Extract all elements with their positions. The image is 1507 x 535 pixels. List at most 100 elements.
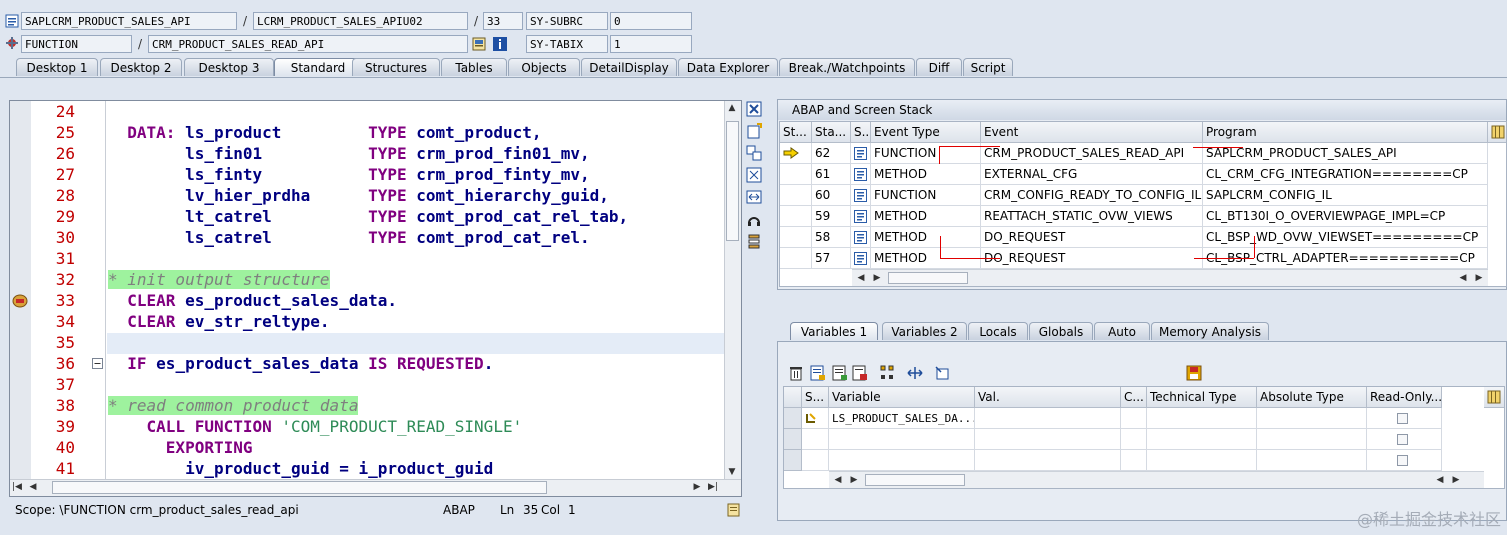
stack-type-icon-cell[interactable] <box>851 227 871 248</box>
tab-diff[interactable]: Diff <box>916 58 962 76</box>
variables-grid[interactable]: S... Variable Val. C... Technical Type A… <box>783 386 1505 489</box>
stack-level-cell[interactable]: 59 <box>812 206 851 227</box>
code-line[interactable]: 28 lv_hier_prdha TYPE comt_hierarchy_gui… <box>10 185 724 206</box>
tree-icon[interactable] <box>879 365 895 384</box>
col-header-variable[interactable]: Variable <box>829 387 975 408</box>
tab-data-explorer[interactable]: Data Explorer <box>678 58 778 76</box>
col-header-read-only[interactable]: Read-Only... <box>1367 387 1442 408</box>
window-icon[interactable] <box>934 365 950 384</box>
stack-program-cell[interactable]: CL_CRM_CFG_INTEGRATION========CP <box>1203 164 1488 185</box>
tab-locals[interactable]: Locals <box>968 322 1028 340</box>
object-type-field[interactable]: FUNCTION <box>21 35 132 53</box>
var-technical-type-cell[interactable] <box>1147 429 1257 450</box>
maximize-icon[interactable] <box>746 167 762 183</box>
sysval-field-1[interactable]: 0 <box>610 12 692 30</box>
line-field[interactable]: 33 <box>483 12 523 30</box>
stack-status-cell[interactable] <box>780 248 812 269</box>
code-line[interactable]: 27 ls_finty TYPE crm_prod_finty_mv, <box>10 164 724 185</box>
print-icon[interactable] <box>852 365 868 384</box>
stack-status-cell[interactable] <box>780 227 812 248</box>
sysval-field-2[interactable]: 1 <box>610 35 692 53</box>
scroll-right-icon[interactable]: ▶ <box>870 271 884 285</box>
code-line[interactable]: 24 <box>10 101 724 122</box>
code-line[interactable]: 34 CLEAR ev_str_reltype. <box>10 311 724 332</box>
col-header-absolute-type[interactable]: Absolute Type <box>1257 387 1367 408</box>
horizontal-scroll-thumb[interactable] <box>52 481 547 494</box>
stack-event-cell[interactable]: CRM_PRODUCT_SALES_READ_API <box>981 143 1203 164</box>
tab-memory-analysis[interactable]: Memory Analysis <box>1151 322 1269 340</box>
stack-level-cell[interactable]: 58 <box>812 227 851 248</box>
var-absolute-type-cell[interactable] <box>1257 408 1367 429</box>
scroll-first-icon[interactable]: |◀ <box>10 480 24 494</box>
stack-program-cell[interactable]: CL_BSP_WD_OVW_VIEWSET=========CP <box>1203 227 1488 248</box>
stack-program-cell[interactable]: SAPLCRM_PRODUCT_SALES_API <box>1203 143 1488 164</box>
tab-objects[interactable]: Objects <box>508 58 580 76</box>
code-line[interactable]: 35 <box>10 332 724 353</box>
var-status-cell[interactable] <box>802 450 829 471</box>
tab-variables-2[interactable]: Variables 2 <box>882 322 967 340</box>
services-icon[interactable] <box>746 211 762 227</box>
var-status-cell[interactable] <box>802 429 829 450</box>
replace-tool-icon[interactable] <box>746 145 762 161</box>
info-icon[interactable] <box>493 37 507 51</box>
row-selector[interactable] <box>784 429 802 450</box>
col-header-event-type[interactable]: Event Type <box>871 122 981 143</box>
navigate-icon[interactable] <box>906 365 924 384</box>
scroll-left-icon[interactable]: ◀ <box>854 271 868 285</box>
col-header-status[interactable]: St... <box>780 122 812 143</box>
var-read-only-cell[interactable] <box>1367 408 1442 429</box>
code-line[interactable]: 39 CALL FUNCTION 'COM_PRODUCT_READ_SINGL… <box>10 416 724 437</box>
code-line[interactable]: 31 <box>10 248 724 269</box>
tab-desktop-3[interactable]: Desktop 3 <box>184 58 274 76</box>
stack-status-cell[interactable] <box>780 143 812 164</box>
scroll-down-icon[interactable]: ▼ <box>725 465 739 479</box>
col-header-s[interactable]: S... <box>802 387 829 408</box>
stack-grid[interactable]: St... Sta... S... Event Type Event Progr… <box>779 121 1507 287</box>
layout-icon[interactable] <box>1484 387 1504 408</box>
stack-type-icon-cell[interactable] <box>851 143 871 164</box>
tab-tables[interactable]: Tables <box>441 58 507 76</box>
row-selector[interactable] <box>784 450 802 471</box>
tab-structures[interactable]: Structures <box>352 58 440 76</box>
var-c-cell[interactable] <box>1121 408 1147 429</box>
stack-event-type-cell[interactable]: FUNCTION <box>871 185 981 206</box>
stack-program-cell[interactable]: SAPLCRM_CONFIG_IL <box>1203 185 1488 206</box>
save-icon[interactable] <box>1186 365 1202 384</box>
var-name-cell[interactable] <box>829 450 975 471</box>
scroll-last-icon[interactable]: ▶| <box>706 480 720 494</box>
code-line[interactable]: 41 iv_product_guid = i_product_guid <box>10 458 724 479</box>
stack-status-cell[interactable] <box>780 164 812 185</box>
var-c-cell[interactable] <box>1121 450 1147 471</box>
stack-level-cell[interactable]: 60 <box>812 185 851 206</box>
tab-desktop-2[interactable]: Desktop 2 <box>100 58 182 76</box>
code-line[interactable]: 40 EXPORTING <box>10 437 724 458</box>
tab-desktop-1[interactable]: Desktop 1 <box>16 58 98 76</box>
fold-toggle-icon[interactable] <box>92 358 103 372</box>
var-absolute-type-cell[interactable] <box>1257 429 1367 450</box>
detail-view-icon[interactable] <box>810 365 826 384</box>
var-read-only-cell[interactable] <box>1367 429 1442 450</box>
var-technical-type-cell[interactable] <box>1147 408 1257 429</box>
program-field[interactable]: SAPLCRM_PRODUCT_SALES_API <box>21 12 237 30</box>
tab-variables-1[interactable]: Variables 1 <box>790 322 878 340</box>
col-header-c[interactable]: C... <box>1121 387 1147 408</box>
stack-status-cell[interactable] <box>780 185 812 206</box>
code-line[interactable]: 29 lt_catrel TYPE comt_prod_cat_rel_tab, <box>10 206 724 227</box>
tab-standard[interactable]: Standard <box>274 58 362 76</box>
editor-horizontal-scrollbar[interactable]: |◀ ◀ ▶ ▶| <box>10 479 741 496</box>
stack-level-cell[interactable]: 62 <box>812 143 851 164</box>
scroll-left-icon[interactable]: ◀ <box>1456 271 1470 285</box>
scroll-up-icon[interactable]: ▲ <box>725 101 739 115</box>
stack-event-type-cell[interactable]: METHOD <box>871 164 981 185</box>
document-icon[interactable] <box>727 503 740 523</box>
var-value-cell[interactable] <box>975 408 1121 429</box>
tab-auto[interactable]: Auto <box>1094 322 1150 340</box>
col-header-program[interactable]: Program <box>1203 122 1488 143</box>
var-value-cell[interactable] <box>975 429 1121 450</box>
code-line[interactable]: 30 ls_catrel TYPE comt_prod_cat_rel. <box>10 227 724 248</box>
row-selector[interactable] <box>784 408 802 429</box>
editor-vertical-scrollbar[interactable]: ▲ ▼ <box>724 101 741 481</box>
scroll-right-icon[interactable]: ▶ <box>1449 473 1463 487</box>
stack-event-cell[interactable]: DO_REQUEST <box>981 248 1203 269</box>
vertical-scroll-thumb[interactable] <box>726 121 739 241</box>
